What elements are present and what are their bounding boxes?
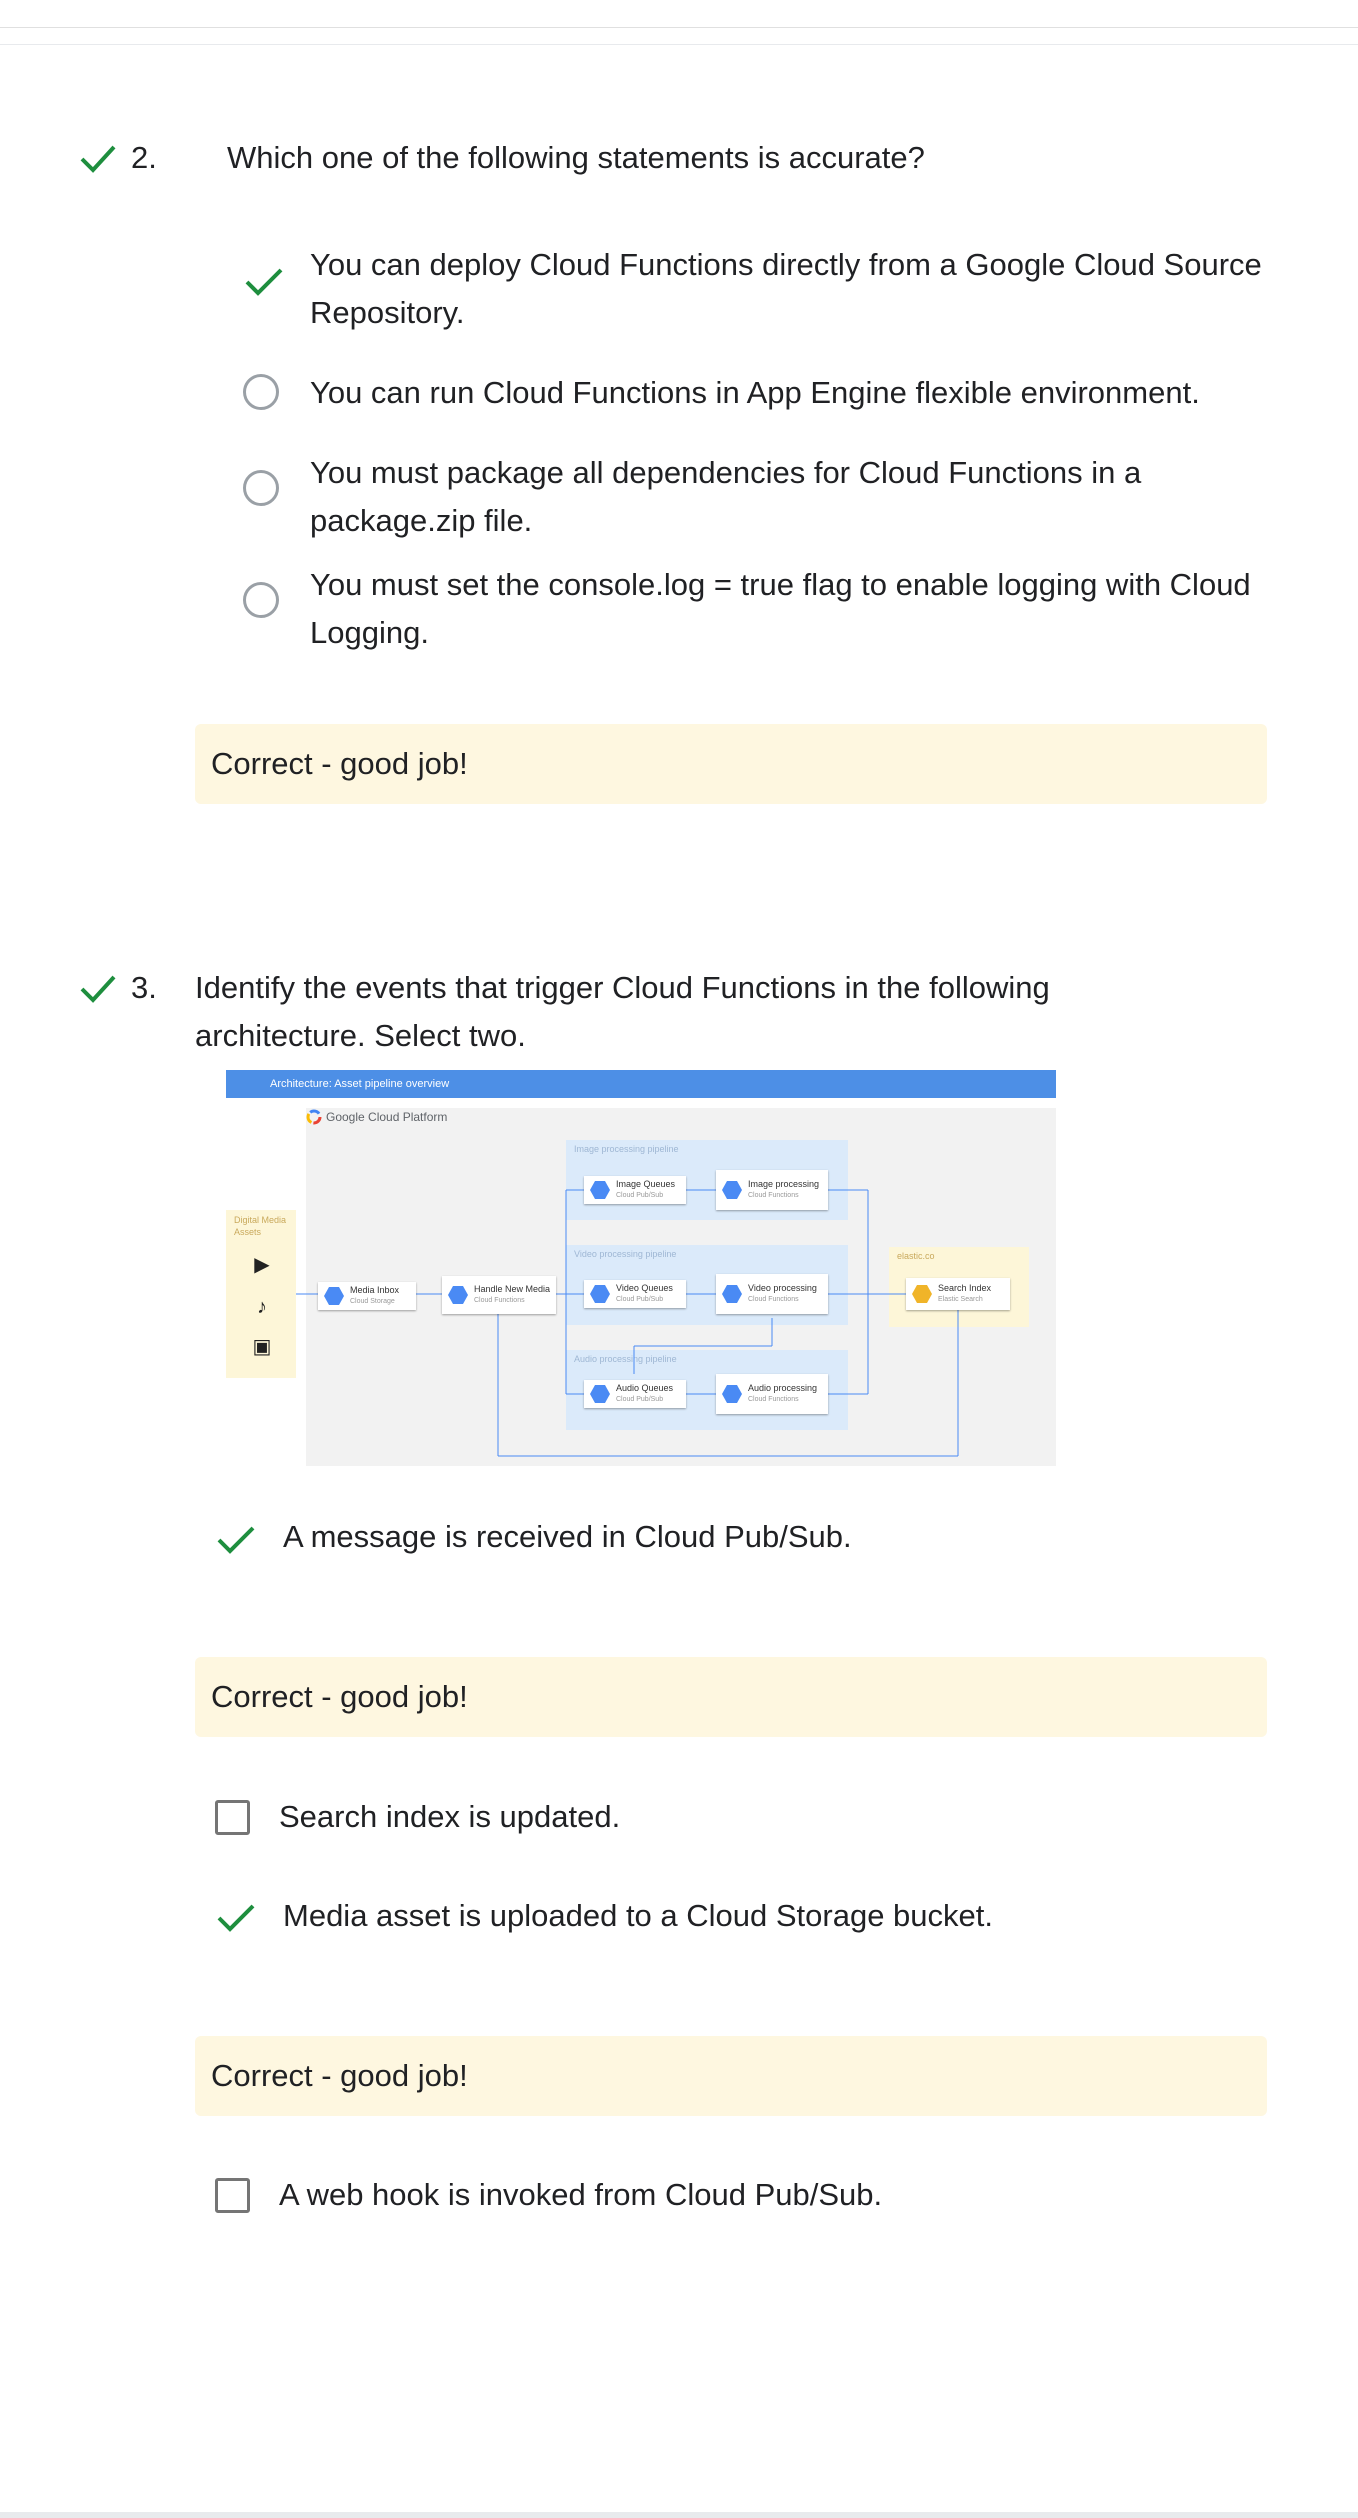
option-label[interactable]: Media asset is uploaded to a Cloud Stora… (283, 1892, 1243, 1940)
node-subtitle: Cloud Functions (474, 1297, 525, 1304)
node-title: Video processing (748, 1283, 817, 1293)
node-audio-queues: Audio Queues Cloud Pub/Sub (584, 1380, 686, 1408)
option-label[interactable]: You can deploy Cloud Functions directly … (310, 241, 1270, 337)
node-search-index: Search Index Elastic Search (906, 1278, 1010, 1310)
option-radio[interactable] (243, 582, 279, 618)
node-title: Image processing (748, 1179, 820, 1189)
selected-option-check-icon[interactable] (216, 1898, 256, 1938)
node-title: Video Queues (616, 1283, 673, 1293)
selected-option-check-icon[interactable] (216, 1520, 256, 1560)
node-title: Image Queues (616, 1179, 676, 1189)
question-text: Identify the events that trigger Cloud F… (195, 970, 1050, 1053)
cloud-functions-icon (722, 1181, 742, 1199)
divider (0, 44, 1358, 45)
option-radio[interactable] (243, 374, 279, 410)
option-radio[interactable] (243, 470, 279, 506)
node-subtitle: Elastic Search (938, 1296, 983, 1303)
node-video-queues: Video Queues Cloud Pub/Sub (584, 1280, 686, 1308)
feedback-correct: Correct - good job! (195, 2036, 1267, 2116)
option-label[interactable]: A web hook is invoked from Cloud Pub/Sub… (279, 2171, 1239, 2219)
node-audio-processing: Audio processing Cloud Functions (716, 1374, 828, 1414)
option-label[interactable]: You can run Cloud Functions in App Engin… (310, 369, 1330, 417)
node-subtitle: Cloud Functions (748, 1296, 799, 1303)
pubsub-icon (590, 1285, 610, 1303)
option-label[interactable]: A message is received in Cloud Pub/Sub. (283, 1513, 1243, 1561)
node-image-processing: Image processing Cloud Functions (716, 1170, 828, 1210)
cloud-storage-icon (324, 1287, 344, 1305)
node-subtitle: Cloud Storage (350, 1298, 395, 1305)
node-media-inbox: Media Inbox Cloud Storage (318, 1282, 416, 1310)
node-title: Search Index (938, 1283, 992, 1293)
question-number: 3. (131, 970, 157, 1005)
question-number: 2. (131, 140, 157, 175)
bottom-divider (0, 2512, 1358, 2518)
architecture-diagram: Architecture: Asset pipeline overview Go… (226, 1070, 1056, 1466)
node-subtitle: Cloud Functions (748, 1396, 799, 1403)
node-image-queues: Image Queues Cloud Pub/Sub (584, 1176, 686, 1204)
node-title: Media Inbox (350, 1285, 400, 1295)
top-bar (0, 0, 1358, 28)
option-checkbox[interactable] (215, 2178, 250, 2213)
question-correct-check-icon (80, 975, 116, 1003)
node-subtitle: Cloud Pub/Sub (616, 1296, 664, 1303)
node-title: Audio processing (748, 1383, 818, 1393)
cloud-functions-icon (722, 1385, 742, 1403)
node-title: Handle New Media (474, 1284, 551, 1294)
node-video-processing: Video processing Cloud Functions (716, 1274, 828, 1314)
pubsub-icon (590, 1385, 610, 1403)
question-correct-check-icon (80, 145, 116, 173)
elastic-search-icon (912, 1285, 932, 1303)
option-label[interactable]: You must set the console.log = true flag… (310, 561, 1270, 657)
selected-option-check-icon[interactable] (244, 262, 284, 302)
option-label[interactable]: Search index is updated. (279, 1793, 1239, 1841)
node-handle-new-media: Handle New Media Cloud Functions (442, 1276, 556, 1314)
cloud-functions-icon (448, 1286, 468, 1304)
pubsub-icon (590, 1181, 610, 1199)
node-title: Audio Queues (616, 1383, 674, 1393)
node-subtitle: Cloud Pub/Sub (616, 1396, 664, 1403)
question-text: Which one of the following statements is… (227, 140, 925, 175)
feedback-correct: Correct - good job! (195, 1657, 1267, 1737)
node-subtitle: Cloud Pub/Sub (616, 1192, 664, 1199)
cloud-functions-icon (722, 1285, 742, 1303)
option-checkbox[interactable] (215, 1800, 250, 1835)
node-subtitle: Cloud Functions (748, 1192, 799, 1199)
feedback-correct: Correct - good job! (195, 724, 1267, 804)
option-label[interactable]: You must package all dependencies for Cl… (310, 449, 1270, 545)
